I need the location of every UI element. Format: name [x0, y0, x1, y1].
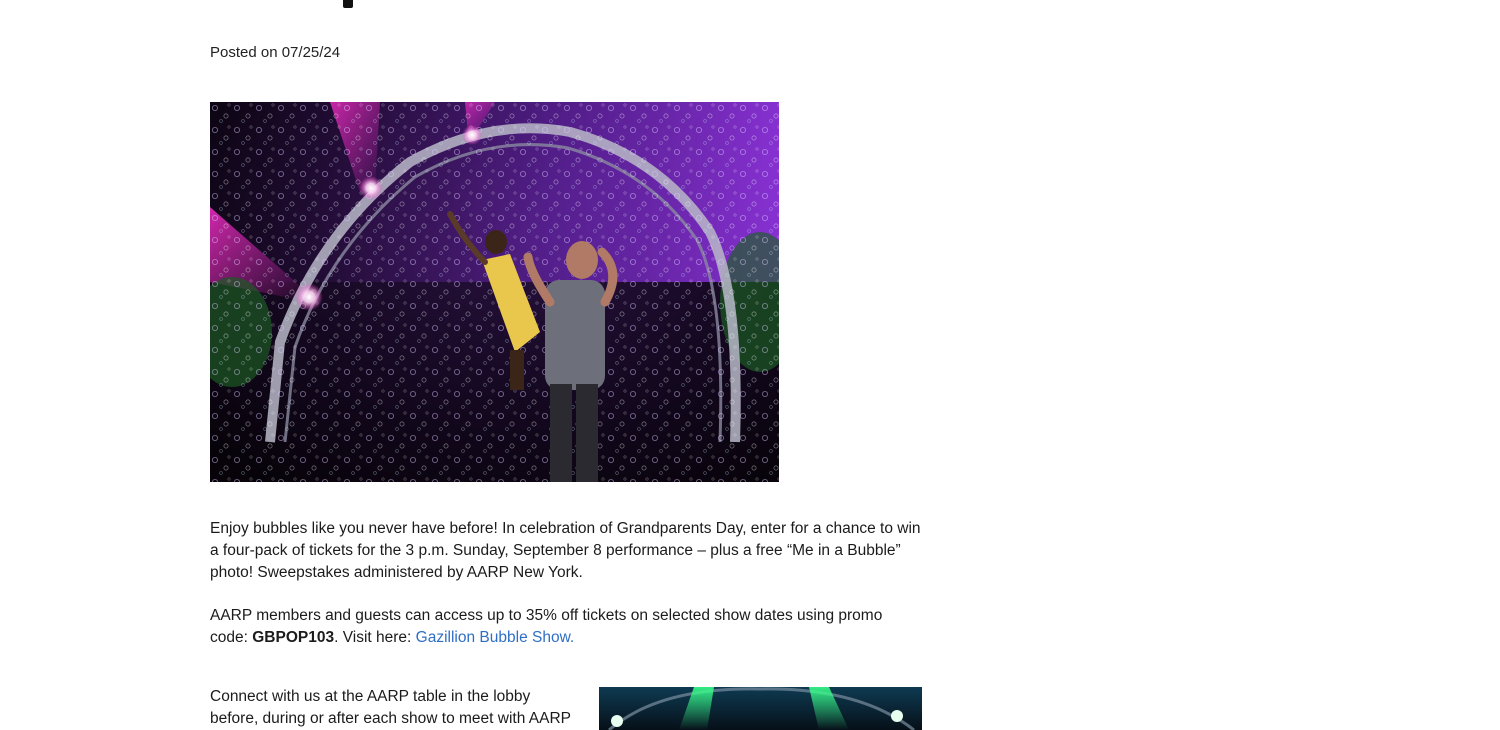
post-date: Posted on 07/25/24 [210, 44, 341, 61]
visit-text: . Visit here: [334, 629, 412, 646]
page: Posted on 07/25/24 Enjoy bubbles like yo… [0, 0, 1500, 730]
connect-paragraph: Connect with us at the AARP table in the… [210, 688, 571, 727]
discount-paragraph: AARP members and guests can access up to… [210, 605, 922, 649]
article-body: Enjoy bubbles like you never have before… [210, 518, 922, 649]
heading-descender-fragment [343, 0, 353, 8]
promo-code: GBPOP103 [252, 629, 335, 646]
hero-image [210, 102, 779, 482]
gazillion-bubble-show-link[interactable]: Gazillion Bubble Show. [416, 629, 575, 646]
intro-paragraph: Enjoy bubbles like you never have before… [210, 520, 921, 581]
stage-image [599, 687, 922, 730]
